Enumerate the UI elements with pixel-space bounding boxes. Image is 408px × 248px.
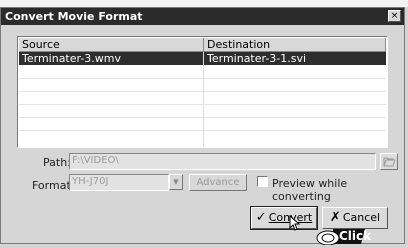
background-window-strip — [0, 0, 408, 7]
column-divider — [203, 52, 204, 147]
checkmark-icon: ✓ — [255, 210, 267, 225]
row-gridline — [19, 104, 386, 105]
row-source-cell: Terminater-3.wmv — [22, 52, 122, 65]
folder-icon — [383, 157, 396, 167]
browse-button[interactable] — [380, 153, 398, 170]
title-bar[interactable]: Convert Movie Format × — [1, 8, 404, 25]
preview-checkbox[interactable] — [257, 176, 268, 187]
row-gridline — [19, 117, 386, 118]
close-button[interactable]: × — [388, 10, 401, 22]
column-header-destination[interactable]: Destination — [204, 38, 386, 52]
preview-label[interactable]: Preview while converting — [272, 177, 404, 203]
close-icon: × — [390, 11, 399, 21]
click-indicator: Click — [315, 228, 371, 246]
convert-button[interactable]: ✓Convert — [250, 206, 318, 230]
cancel-button-label: Cancel — [342, 211, 381, 224]
click-label: Click — [339, 229, 372, 243]
path-field[interactable]: F:\VIDEO\ — [69, 153, 376, 170]
column-header-source[interactable]: Source — [19, 38, 204, 52]
row-destination-cell: Terminater-3-1.svi — [207, 52, 307, 65]
dialog-title: Convert Movie Format — [5, 10, 143, 23]
format-dropdown-button[interactable]: ▼ — [169, 174, 183, 190]
row-gridline — [19, 78, 386, 79]
mouse-pointer-icon — [289, 215, 301, 231]
x-icon: ✗ — [329, 210, 341, 225]
path-label: Path: — [43, 156, 71, 169]
cancel-button[interactable]: ✗ Cancel — [322, 207, 388, 229]
row-gridline — [19, 91, 386, 92]
format-select[interactable]: YH-J70J — [69, 174, 169, 191]
file-list[interactable]: Source Destination Terminater-3.wmv Term… — [17, 36, 388, 148]
convert-movie-format-dialog: Convert Movie Format × Source Destinatio… — [0, 7, 405, 246]
file-list-header: Source Destination — [19, 38, 386, 52]
chevron-down-icon: ▼ — [173, 178, 179, 186]
advance-button[interactable]: Advance — [189, 174, 247, 191]
row-gridline — [19, 130, 386, 131]
